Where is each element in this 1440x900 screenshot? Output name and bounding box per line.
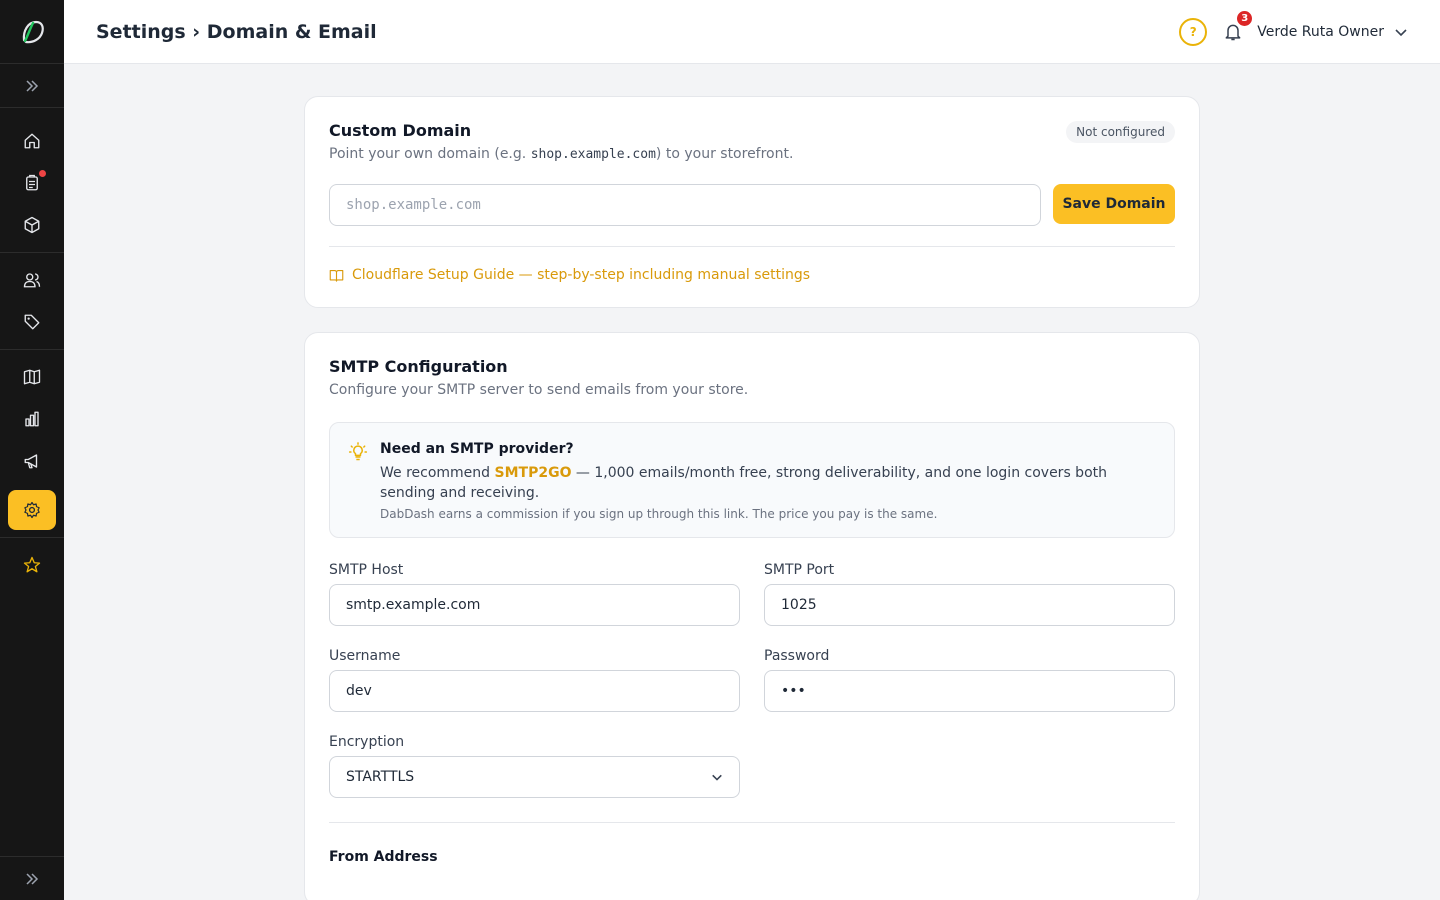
smtp-host-input[interactable]: smtp.example.com [329,584,740,626]
tag-icon [24,314,40,330]
header-actions: ? 3 Verde Ruta Owner [1179,10,1408,46]
custom-domain-subtitle: Point your own domain (e.g. shop.example… [329,146,1175,162]
collapse-sidebar-button[interactable] [0,856,64,900]
nav-group-people [0,259,64,343]
subtitle-text-before: Point your own domain (e.g. [329,146,531,162]
smtp-port-label: SMTP Port [764,562,835,578]
smtp-provider-callout: Need an SMTP provider? We recommend SMTP… [329,422,1175,538]
sidebar-item-guide[interactable] [8,357,56,397]
smtp-subtitle: Configure your SMTP server to send email… [329,382,749,398]
sidebar-item-home[interactable] [8,121,56,161]
chevrons-right-icon [26,79,39,92]
gear-icon [24,501,40,519]
clipboard-icon [26,174,38,191]
nav-group-extra [0,544,64,586]
book-open-icon [329,269,344,282]
encryption-label: Encryption [329,734,405,750]
top-header: Settings › Domain & Email ? 3 Verde Ruta… [64,0,1440,64]
from-address-title: From Address [329,849,438,865]
smtp-fields-grid: SMTP Host smtp.example.com SMTP Port 102… [329,562,1175,798]
callout-body: Need an SMTP provider? We recommend SMTP… [380,441,1156,521]
chevron-down-icon[interactable] [1394,25,1408,39]
domain-input[interactable]: shop.example.com [329,184,1041,226]
subtitle-text-after: ) to your storefront. [655,146,794,162]
map-icon [23,369,41,385]
chevron-down-icon [712,774,722,781]
username-label: Username [329,648,401,664]
sidebar-item-analytics[interactable] [8,399,56,439]
megaphone-icon [24,454,38,469]
box-icon [24,216,40,234]
password-field: Password ••• [764,648,1175,712]
password-label: Password [764,648,830,664]
sidebar-item-marketing[interactable] [8,441,56,481]
page-title: Settings › Domain & Email [96,20,377,43]
smtp-host-field: SMTP Host smtp.example.com [329,562,740,626]
sidebar [0,0,64,900]
notification-dot [39,170,46,177]
cloudflare-guide-link[interactable]: Cloudflare Setup Guide — step-by-step in… [329,267,1175,283]
password-input[interactable]: ••• [764,670,1175,712]
username-input[interactable]: dev [329,670,740,712]
chevrons-right-icon [26,872,39,885]
sidebar-divider [0,252,64,253]
main-content: Custom Domain Point your own domain (e.g… [304,96,1200,900]
nav-group-main [0,120,64,246]
domain-input-placeholder: shop.example.com [346,197,481,213]
home-icon [24,133,40,149]
logo-icon [22,20,44,43]
smtp2go-link[interactable]: SMTP2GO [495,465,572,481]
smtp-host-label: SMTP Host [329,562,404,578]
save-domain-button[interactable]: Save Domain [1053,184,1175,224]
domain-input-row: shop.example.com Save Domain [329,184,1175,226]
sidebar-item-orders[interactable] [8,163,56,203]
sidebar-item-discounts[interactable] [8,302,56,342]
callout-text: We recommend SMTP2GO — 1,000 emails/mont… [380,463,1156,503]
smtp-config-card: SMTP Configuration Configure your SMTP s… [304,332,1200,900]
notification-count-badge: 3 [1237,10,1253,26]
custom-domain-card: Custom Domain Point your own domain (e.g… [304,96,1200,308]
star-icon [23,556,41,573]
encryption-select[interactable]: STARTTLS [329,756,740,798]
sidebar-divider [0,537,64,538]
callout-disclaimer: DabDash earns a commission if you sign u… [380,507,938,521]
sidebar-item-products[interactable] [8,205,56,245]
divider [329,246,1175,247]
smtp-title: SMTP Configuration [329,357,508,376]
sidebar-divider [0,349,64,350]
callout-title: Need an SMTP provider? [380,441,574,457]
smtp-port-input[interactable]: 1025 [764,584,1175,626]
nav-group-insights [0,356,64,531]
sidebar-item-customers[interactable] [8,260,56,300]
divider [329,822,1175,823]
subtitle-code: shop.example.com [530,147,656,162]
users-icon [23,273,41,288]
custom-domain-title: Custom Domain [329,121,472,140]
user-menu-name[interactable]: Verde Ruta Owner [1257,24,1384,40]
notifications-button[interactable]: 3 [1221,10,1253,44]
logo[interactable] [0,0,64,64]
bar-chart-icon [25,411,39,427]
encryption-field: Encryption STARTTLS [329,734,740,798]
help-icon: ? [1189,24,1197,39]
sidebar-item-settings[interactable] [8,490,56,530]
help-button[interactable]: ? [1179,17,1208,46]
sidebar-item-favorites[interactable] [8,545,56,585]
smtp-port-field: SMTP Port 1025 [764,562,1175,626]
lightbulb-icon [348,442,368,461]
callout-text-before: We recommend [380,465,495,481]
expand-sidebar-button[interactable] [0,64,64,108]
cloudflare-guide-label: Cloudflare Setup Guide — step-by-step in… [352,267,811,283]
domain-status-badge: Not configured [1066,121,1175,143]
encryption-value: STARTTLS [346,769,415,785]
username-field: Username dev [329,648,740,712]
